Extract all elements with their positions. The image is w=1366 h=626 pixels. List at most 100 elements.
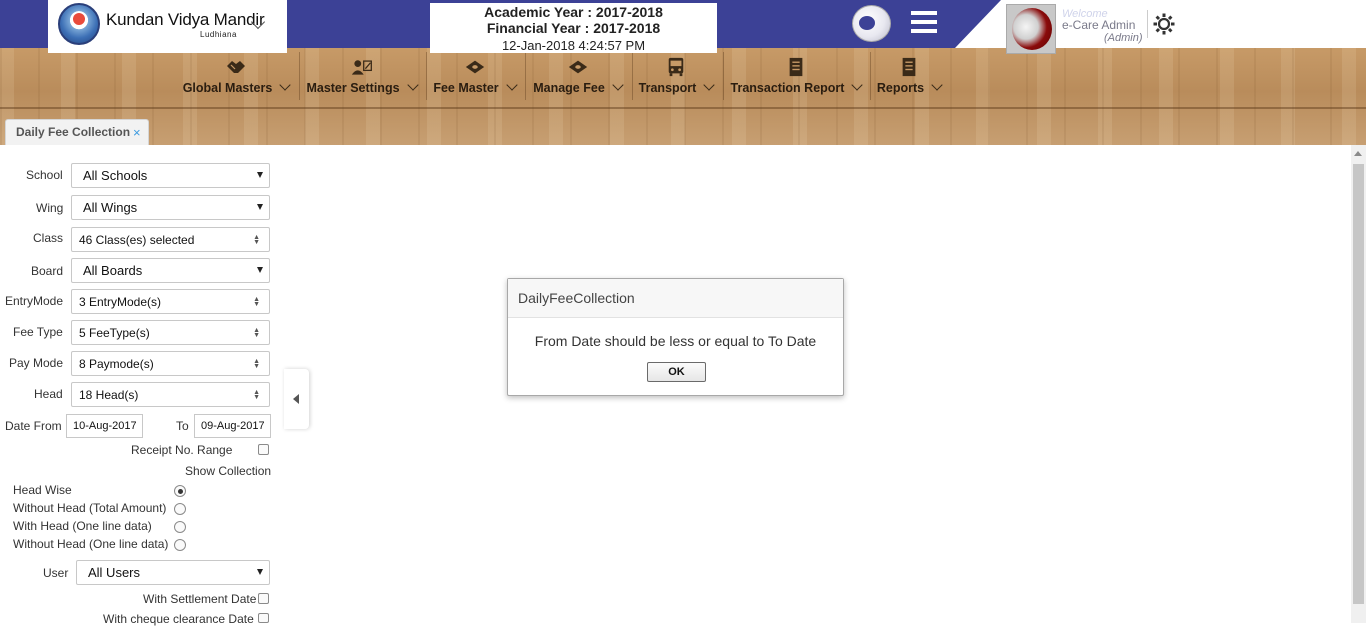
without-head-total-radio[interactable]	[174, 503, 186, 515]
wing-select-value: All Wings	[83, 200, 138, 215]
wing-select[interactable]: All Wings	[71, 195, 270, 220]
with-head-one-line-radio[interactable]	[174, 521, 186, 533]
date-from-input[interactable]	[66, 414, 143, 438]
show-collection-label: Show Collection	[185, 464, 272, 478]
session-info: Academic Year : 2017-2018 Financial Year…	[430, 3, 717, 53]
board-select-value: All Boards	[83, 263, 143, 278]
updown-icon: ▲ ▼	[253, 327, 260, 339]
school-select[interactable]: All Schools	[71, 163, 270, 188]
nav-label: Global Masters	[182, 81, 273, 95]
class-label: Class	[33, 231, 64, 245]
radio-label: Head Wise	[13, 483, 72, 497]
nav-divider	[426, 52, 427, 100]
fee-type-value: 5 FeeType(s)	[79, 326, 150, 340]
ok-button[interactable]: OK	[647, 362, 706, 382]
nav-transaction-report[interactable]: Transaction Report	[727, 57, 865, 107]
user-edit-icon	[351, 60, 372, 75]
dialog-title: DailyFeeCollection	[518, 290, 635, 306]
caret-down-icon	[257, 569, 263, 575]
chevron-down-icon	[703, 79, 715, 91]
updown-icon: ▲ ▼	[253, 234, 260, 246]
nav-label: Manage Fee	[533, 81, 605, 95]
school-label: School	[26, 168, 63, 182]
settlement-date-checkbox[interactable]	[258, 593, 269, 604]
collapse-panel-button[interactable]	[284, 369, 309, 429]
school-logo	[58, 3, 100, 45]
school-selector[interactable]: Kundan Vidya Mandir Ludhiana	[48, 0, 287, 53]
date-to-input[interactable]	[194, 414, 271, 438]
bus-icon	[668, 57, 684, 77]
financial-year: Financial Year : 2017-2018	[486, 20, 661, 36]
caret-down-icon	[257, 172, 263, 178]
school-city: Ludhiana	[200, 30, 237, 39]
scroll-up-arrow-icon[interactable]	[1354, 151, 1362, 156]
nav-transport[interactable]: Transport	[636, 57, 716, 107]
pay-mode-multiselect[interactable]: 8 Paymode(s) ▲ ▼	[71, 351, 270, 376]
page-scrollbar[interactable]	[1351, 145, 1366, 623]
dialog-message: From Date should be less or equal to To …	[534, 333, 817, 349]
chevron-down-icon	[612, 79, 624, 91]
without-head-one-line-radio[interactable]	[174, 539, 186, 551]
nav-divider	[632, 52, 633, 100]
avatar[interactable]	[1006, 4, 1056, 54]
nav-divider	[299, 52, 300, 100]
school-select-value: All Schools	[83, 168, 148, 183]
fee-type-multiselect[interactable]: 5 FeeType(s) ▲ ▼	[71, 320, 270, 345]
radio-label: With Head (One line data)	[13, 519, 152, 533]
pay-mode-value: 8 Paymode(s)	[79, 357, 154, 371]
cheque-date-checkbox[interactable]	[258, 613, 269, 623]
user-select-value: All Users	[88, 565, 141, 580]
nav-master-settings[interactable]: Master Settings	[303, 57, 420, 107]
dialog-title-bar: DailyFeeCollection	[508, 279, 843, 318]
nav-reports[interactable]: Reports	[874, 57, 944, 107]
updown-icon: ▲ ▼	[253, 358, 260, 370]
nav-label: Transaction Report	[730, 81, 845, 95]
nav-label: Fee Master	[433, 81, 499, 95]
nav-label: Reports	[876, 81, 925, 95]
head-label: Head	[34, 387, 63, 401]
updown-icon: ▲ ▼	[253, 389, 260, 401]
money-icon	[465, 60, 484, 74]
report-icon	[789, 57, 803, 77]
current-datetime: 12-Jan-2018 4:24:57 PM	[501, 38, 646, 53]
date-from-label: Date From	[5, 419, 62, 433]
head-value: 18 Head(s)	[79, 388, 139, 402]
class-multiselect[interactable]: 46 Class(es) selected ▲ ▼	[71, 227, 270, 252]
head-wise-radio[interactable]	[174, 485, 186, 497]
user-select[interactable]: All Users	[76, 560, 270, 585]
class-multiselect-value: 46 Class(es) selected	[79, 233, 195, 247]
money-icon	[568, 60, 587, 74]
entry-mode-multiselect[interactable]: 3 EntryMode(s) ▲ ▼	[71, 289, 270, 314]
radio-label: Without Head (One line data)	[13, 537, 169, 551]
nav-divider	[870, 52, 871, 100]
scroll-thumb[interactable]	[1353, 164, 1364, 604]
nav-manage-fee[interactable]: Manage Fee	[529, 57, 626, 107]
nav-fee-master[interactable]: Fee Master	[430, 57, 519, 107]
cheque-date-label: With cheque clearance Date	[103, 612, 254, 626]
board-select[interactable]: All Boards	[71, 258, 270, 283]
nav-global-masters[interactable]: Global Masters	[180, 57, 292, 107]
chevron-down-icon	[279, 79, 291, 91]
tab-label: Daily Fee Collection	[16, 125, 131, 139]
chevron-down-icon	[406, 79, 419, 91]
date-to-label: To	[176, 419, 189, 433]
user-label: User	[43, 566, 69, 580]
nav-label: Master Settings	[306, 81, 400, 95]
pay-mode-label: Pay Mode	[9, 356, 64, 370]
head-multiselect[interactable]: 18 Head(s) ▲ ▼	[71, 382, 270, 407]
nav-divider	[723, 52, 724, 100]
header-divider	[1147, 10, 1148, 38]
wing-label: Wing	[36, 201, 64, 215]
receipt-range-checkbox[interactable]	[258, 444, 269, 455]
close-icon[interactable]: ×	[133, 125, 141, 140]
fee-app-logo	[852, 5, 891, 42]
gear-icon[interactable]	[1152, 12, 1176, 36]
academic-year: Academic Year : 2017-2018	[484, 4, 663, 20]
hamburger-menu-icon[interactable]	[911, 11, 937, 33]
tab-daily-fee-collection[interactable]: Daily Fee Collection ×	[5, 119, 149, 145]
chevron-down-icon	[851, 79, 864, 91]
settlement-date-label: With Settlement Date	[143, 592, 257, 606]
receipt-range-label: Receipt No. Range	[131, 443, 233, 457]
user-name: e-Care Admin	[1062, 18, 1136, 32]
updown-icon: ▲ ▼	[253, 296, 260, 308]
